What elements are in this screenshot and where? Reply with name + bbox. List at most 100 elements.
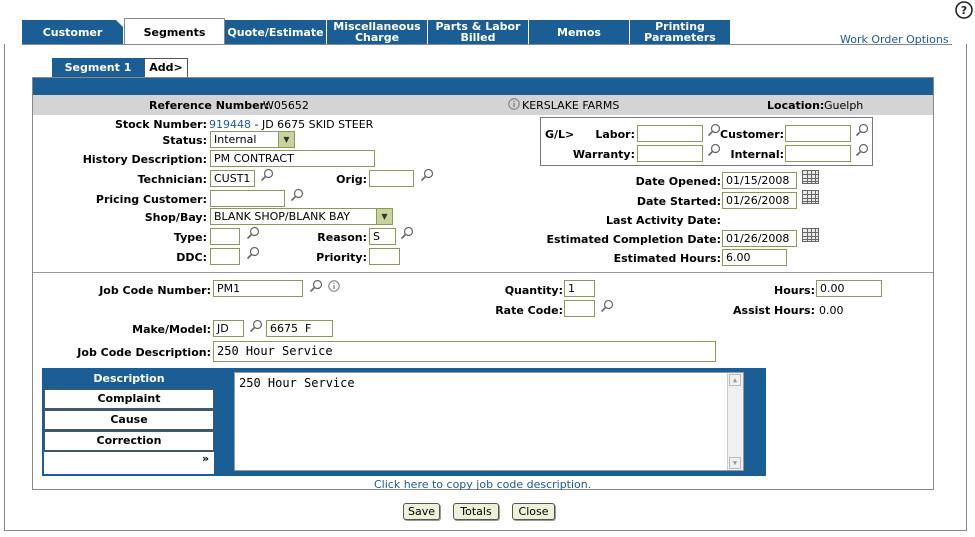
tab-quote-estimate[interactable]: Quote/Estimate — [225, 20, 327, 44]
gl-title: G/L> — [545, 128, 575, 141]
assist-hours-label: Assist Hours: — [733, 304, 815, 317]
notes-more-button[interactable]: » — [202, 452, 209, 465]
tab-parts-labor-billed[interactable]: Parts & Labor Billed — [428, 20, 529, 44]
tab-printing-parameters[interactable]: Printing Parameters — [630, 20, 731, 44]
make-model-search-icon[interactable] — [249, 319, 263, 333]
quantity-input[interactable]: 1 — [564, 280, 595, 297]
date-opened-label: Date Opened: — [635, 175, 721, 188]
hours-label: Hours: — [774, 284, 815, 297]
close-button[interactable]: Close — [512, 503, 555, 520]
type-search-icon[interactable] — [246, 226, 260, 240]
gl-customer-input[interactable] — [785, 125, 851, 142]
notes-tab-description-label: Description — [93, 372, 165, 385]
notes-scrollbar[interactable]: ▲ ▼ — [727, 373, 743, 470]
type-input[interactable] — [210, 228, 240, 245]
help-icon[interactable]: ? — [955, 1, 973, 19]
shop-bay-label: Shop/Bay: — [144, 211, 207, 224]
estimated-completion-calendar-icon[interactable] — [802, 228, 819, 242]
tab-miscellaneous-charge-label: Miscellaneous Charge — [333, 20, 421, 44]
reason-search-icon[interactable] — [400, 226, 414, 240]
totals-button[interactable]: Totals — [453, 503, 499, 520]
gl-internal-input[interactable] — [785, 145, 851, 162]
orig-input[interactable] — [369, 170, 414, 187]
shop-bay-select[interactable]: BLANK SHOP/BLANK BAY ▼ — [210, 208, 393, 225]
make-model-label: Make/Model: — [132, 323, 211, 336]
reason-input[interactable]: S — [369, 228, 396, 245]
tab-fold-corner — [114, 18, 124, 28]
notes-tab-cause[interactable]: Cause — [44, 410, 214, 430]
gl-customer-label: Customer: — [720, 128, 785, 141]
scroll-up-icon[interactable]: ▲ — [729, 374, 741, 386]
date-started-label: Date Started: — [636, 195, 721, 208]
gl-internal-label: Internal: — [730, 148, 785, 161]
technician-search-icon[interactable] — [260, 168, 274, 182]
stock-description: - JD 6675 SKID STEER — [251, 118, 374, 131]
quantity-label: Quantity: — [504, 284, 563, 297]
pricing-customer-search-icon[interactable] — [290, 188, 304, 202]
tab-printing-parameters-label: Printing Parameters — [644, 20, 716, 44]
ddc-search-icon[interactable] — [246, 246, 260, 260]
tab-segments[interactable]: Segments — [124, 18, 225, 45]
gl-labor-label: Labor: — [595, 128, 635, 141]
gl-customer-search-icon[interactable] — [855, 123, 869, 137]
gl-warranty-label: Warranty: — [572, 148, 635, 161]
notes-tab-complaint[interactable]: Complaint — [44, 389, 214, 409]
chevron-down-icon: ▼ — [376, 209, 392, 224]
info-icon[interactable] — [508, 98, 520, 110]
customer-name: KERSLAKE FARMS — [522, 99, 620, 112]
last-activity-date-label: Last Activity Date: — [605, 214, 721, 227]
assist-hours-value: 0.00 — [819, 304, 844, 317]
segment-tab-add[interactable]: Add> — [144, 58, 188, 77]
gl-warranty-search-icon[interactable] — [707, 143, 721, 157]
gl-labor-search-icon[interactable] — [707, 123, 721, 137]
gl-labor-input[interactable] — [637, 125, 703, 142]
scroll-down-icon[interactable]: ▼ — [729, 457, 741, 469]
stock-number-link[interactable]: 919448 — [209, 118, 251, 131]
date-opened-input[interactable]: 01/15/2008 — [722, 172, 797, 189]
segment-tab-add-label: Add> — [149, 61, 183, 74]
svg-text:?: ? — [961, 4, 967, 17]
job-code-info-icon[interactable] — [328, 280, 340, 292]
shop-bay-select-value: BLANK SHOP/BLANK BAY — [214, 210, 350, 223]
ddc-input[interactable] — [210, 248, 240, 265]
notes-tab-correction[interactable]: Correction — [44, 431, 214, 451]
tab-memos[interactable]: Memos — [529, 20, 630, 44]
model-input[interactable]: 6675 F — [266, 320, 333, 337]
estimated-hours-input[interactable]: 6.00 — [722, 249, 787, 266]
notes-textarea[interactable]: 250 Hour Service ▲ ▼ — [234, 372, 744, 471]
make-input[interactable]: JD — [213, 320, 244, 337]
segment-tab-1[interactable]: Segment 1 — [52, 58, 144, 77]
hours-input[interactable]: 0.00 — [816, 280, 882, 297]
technician-label: Technician: — [137, 173, 207, 186]
tab-customer[interactable]: Customer — [22, 20, 124, 44]
ddc-label: DDC: — [176, 251, 207, 264]
notes-tab-description[interactable]: Description — [44, 370, 214, 388]
estimated-completion-date-input[interactable]: 01/26/2008 — [722, 230, 797, 247]
pricing-customer-input[interactable] — [210, 190, 285, 207]
tab-miscellaneous-charge[interactable]: Miscellaneous Charge — [327, 20, 428, 44]
gl-warranty-input[interactable] — [637, 145, 703, 162]
gl-internal-search-icon[interactable] — [855, 143, 869, 157]
panel-blue-bar — [33, 78, 933, 95]
priority-input[interactable] — [369, 248, 400, 265]
rate-code-search-icon[interactable] — [600, 299, 614, 313]
technician-input[interactable]: CUST1 — [210, 170, 255, 187]
job-code-number-label: Job Code Number: — [99, 284, 211, 297]
rate-code-input[interactable] — [564, 300, 595, 317]
copy-job-code-description-link[interactable]: Click here to copy job code description. — [374, 478, 591, 491]
date-started-calendar-icon[interactable] — [802, 190, 819, 204]
job-code-search-icon[interactable] — [309, 279, 323, 293]
tab-customer-label: Customer — [42, 25, 103, 39]
rate-code-label: Rate Code: — [495, 304, 563, 317]
location-value: Guelph — [824, 99, 864, 112]
status-select[interactable]: Internal ▼ — [210, 131, 295, 148]
job-code-number-input[interactable]: PM1 — [213, 280, 303, 297]
job-code-description-input[interactable]: 250 Hour Service — [213, 341, 716, 362]
date-opened-calendar-icon[interactable] — [802, 170, 819, 184]
history-description-input[interactable]: PM CONTRACT — [210, 150, 375, 167]
save-button[interactable]: Save — [403, 503, 440, 520]
date-started-input[interactable]: 01/26/2008 — [722, 192, 797, 209]
orig-label: Orig: — [336, 173, 367, 186]
notes-textarea-text: 250 Hour Service — [239, 376, 355, 390]
orig-search-icon[interactable] — [420, 168, 434, 182]
